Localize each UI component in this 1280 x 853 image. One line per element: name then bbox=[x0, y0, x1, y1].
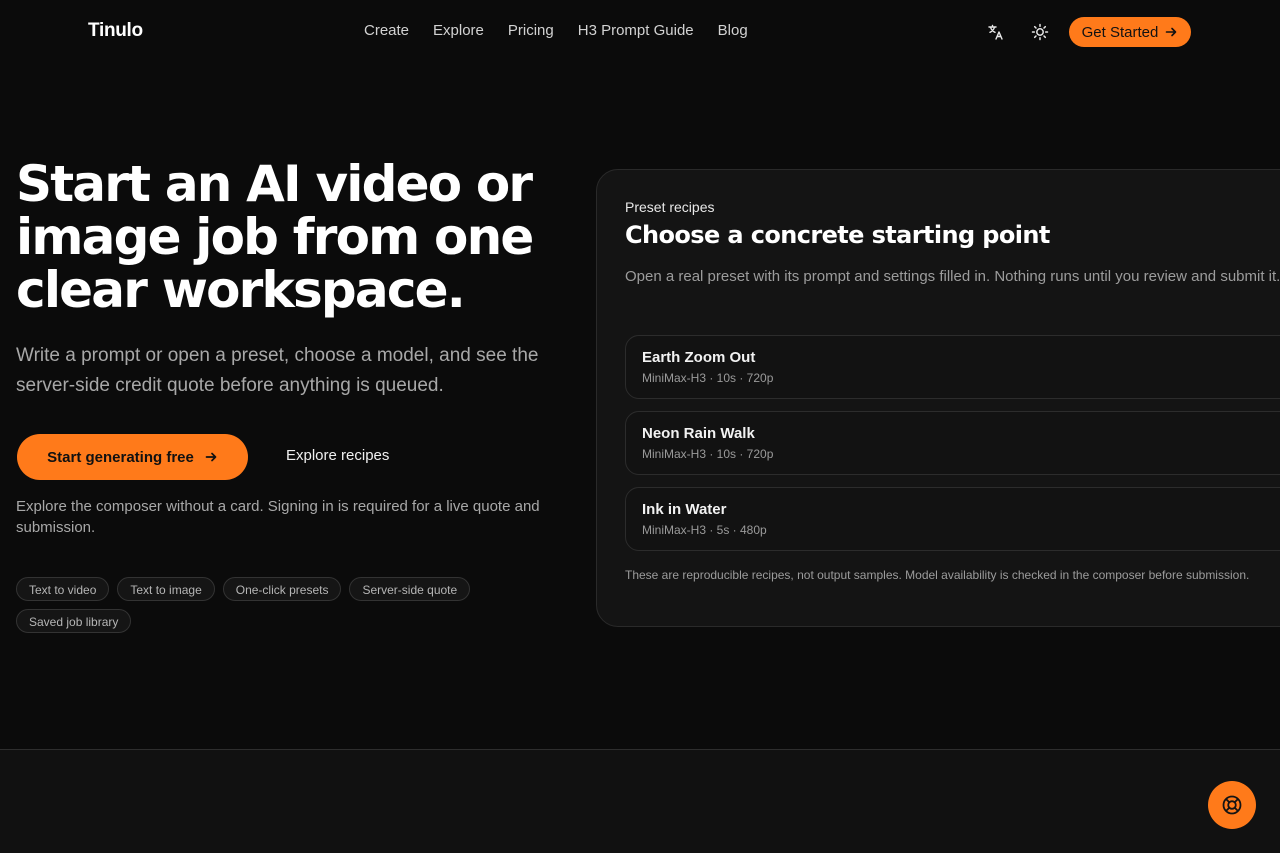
translate-icon[interactable] bbox=[986, 22, 1006, 42]
start-generating-label: Start generating free bbox=[47, 448, 194, 466]
hero-subtitle: Write a prompt or open a preset, choose … bbox=[16, 345, 539, 396]
arrow-right-icon bbox=[205, 452, 217, 462]
hero-title: Start an AI video or image job from one … bbox=[16, 155, 534, 319]
nav-links: Create Explore Pricing H3 Prompt Guide B… bbox=[352, 22, 760, 39]
recipe-meta: MiniMax-H3 · 10s · 720p bbox=[642, 371, 774, 385]
feature-tag: Server-side quote bbox=[349, 577, 471, 601]
explore-recipes-link[interactable]: Explore recipes bbox=[286, 447, 389, 464]
feature-tag: Text to video bbox=[16, 577, 110, 601]
nav-link-explore[interactable]: Explore bbox=[433, 22, 484, 39]
nav-link-prompt-guide[interactable]: H3 Prompt Guide bbox=[578, 22, 694, 39]
nav-link-pricing[interactable]: Pricing bbox=[508, 22, 554, 39]
feature-tag: Text to image bbox=[117, 577, 215, 601]
lifebuoy-icon bbox=[1222, 795, 1242, 815]
recipe-earth-zoom-out[interactable]: Earth Zoom Out MiniMax-H3 · 10s · 720p bbox=[625, 335, 1280, 399]
card-eyebrow: Preset recipes bbox=[625, 199, 715, 215]
recipe-title: Ink in Water bbox=[642, 501, 727, 518]
card-footnote: These are reproducible recipes, not outp… bbox=[625, 568, 1250, 582]
get-started-button[interactable]: Get Started bbox=[1069, 17, 1191, 47]
card-description: Open a real preset with its prompt and s… bbox=[625, 268, 1280, 285]
preset-recipes-card: Preset recipes Choose a concrete startin… bbox=[596, 169, 1280, 627]
lower-section bbox=[0, 750, 1280, 853]
nav-link-blog[interactable]: Blog bbox=[718, 22, 748, 39]
nav-link-create[interactable]: Create bbox=[364, 22, 409, 39]
help-button[interactable] bbox=[1208, 781, 1256, 829]
recipe-meta: MiniMax-H3 · 5s · 480p bbox=[642, 523, 767, 537]
sun-icon[interactable] bbox=[1030, 22, 1050, 42]
logo[interactable]: Tinulo bbox=[88, 20, 143, 42]
recipe-ink-in-water[interactable]: Ink in Water MiniMax-H3 · 5s · 480p bbox=[625, 487, 1280, 551]
top-navigation: Tinulo Create Explore Pricing H3 Prompt … bbox=[0, 0, 1280, 64]
recipe-meta: MiniMax-H3 · 10s · 720p bbox=[642, 447, 774, 461]
recipe-title: Neon Rain Walk bbox=[642, 425, 755, 442]
recipe-title: Earth Zoom Out bbox=[642, 349, 756, 366]
feature-tags: Text to video Text to image One-click pr… bbox=[16, 577, 556, 633]
card-title: Choose a concrete starting point bbox=[625, 221, 1050, 249]
arrow-right-icon bbox=[1166, 27, 1177, 37]
start-generating-button[interactable]: Start generating free bbox=[17, 434, 248, 480]
hero-note: Explore the composer without a card. Sig… bbox=[16, 498, 540, 536]
feature-tag: One-click presets bbox=[222, 577, 342, 601]
feature-tag: Saved job library bbox=[16, 609, 132, 633]
get-started-label: Get Started bbox=[1081, 23, 1159, 41]
recipe-neon-rain-walk[interactable]: Neon Rain Walk MiniMax-H3 · 10s · 720p bbox=[625, 411, 1280, 475]
